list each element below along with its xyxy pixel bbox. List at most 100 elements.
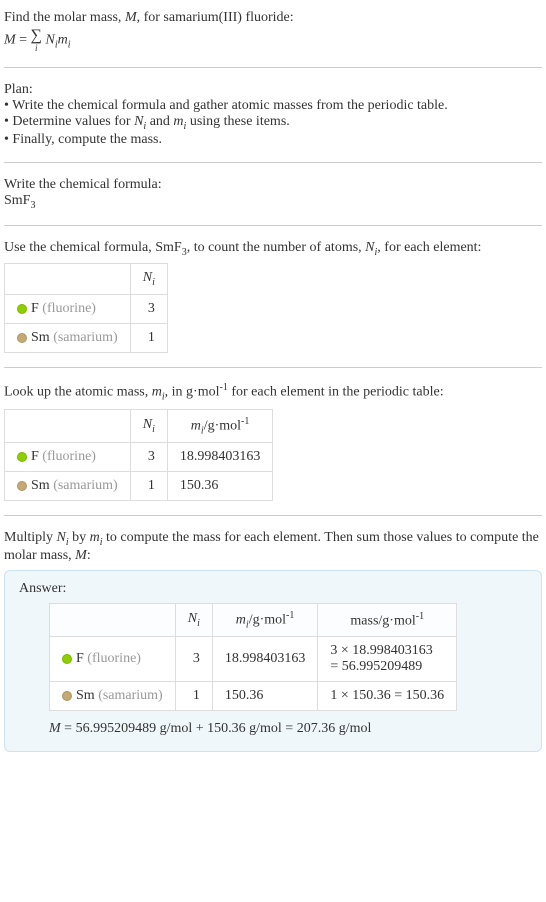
step4-text: Multiply Ni by mi to compute the mass fo… bbox=[4, 530, 542, 564]
step3-section: Look up the atomic mass, mi, in g·mol-1 … bbox=[4, 376, 542, 507]
step1-section: Write the chemical formula: SmF3 bbox=[4, 171, 542, 217]
table-row: Sm (samarium) 1 bbox=[5, 324, 168, 353]
sigma-sub: i bbox=[31, 44, 42, 53]
m-cell: 150.36 bbox=[167, 472, 273, 501]
table1: Ni F (fluorine) 3 Sm (samarium) 1 bbox=[4, 263, 168, 353]
element-dot-icon bbox=[62, 654, 72, 664]
formula-base: SmF bbox=[4, 193, 30, 208]
table-header-empty bbox=[5, 264, 131, 295]
plan-item: • Write the chemical formula and gather … bbox=[4, 98, 542, 114]
step4-mvar: M bbox=[75, 548, 87, 563]
result-var: M bbox=[49, 721, 61, 736]
element-dot-icon bbox=[17, 452, 27, 462]
element-cell: F (fluorine) bbox=[5, 443, 131, 472]
step4-prefix: Multiply bbox=[4, 530, 57, 545]
table-header-mass: mass/g·mol-1 bbox=[318, 603, 457, 636]
sigma-icon: ∑ bbox=[31, 27, 42, 44]
divider bbox=[4, 367, 542, 368]
step3-prefix: Look up the atomic mass, bbox=[4, 385, 152, 400]
element-dot-icon bbox=[62, 691, 72, 701]
sigma-container: ∑i bbox=[31, 28, 42, 53]
element-symbol: F bbox=[76, 651, 84, 666]
step3-var: m bbox=[152, 385, 162, 400]
table-row: F (fluorine) 3 18.998403163 bbox=[5, 443, 273, 472]
step3-suffix: for each element in the periodic table: bbox=[228, 385, 444, 400]
answer-table: Ni mi/g·mol-1 mass/g·mol-1 F (fluorine) … bbox=[49, 603, 457, 711]
formula-sub: 3 bbox=[30, 200, 35, 211]
n-cell: 1 bbox=[130, 324, 167, 353]
table-header-empty bbox=[50, 603, 176, 636]
n-cell: 3 bbox=[130, 443, 167, 472]
plan-heading: Plan: bbox=[4, 82, 542, 98]
element-symbol: Sm bbox=[31, 330, 50, 345]
element-dot-icon bbox=[17, 481, 27, 491]
table-header-empty bbox=[5, 409, 131, 442]
divider bbox=[4, 515, 542, 516]
plan-item: • Determine values for Ni and mi using t… bbox=[4, 114, 542, 132]
element-cell: Sm (samarium) bbox=[5, 472, 131, 501]
element-name: (samarium) bbox=[50, 330, 118, 345]
element-name: (samarium) bbox=[50, 478, 118, 493]
divider bbox=[4, 225, 542, 226]
step4-by: by bbox=[69, 530, 90, 545]
answer-result: M = 56.995209489 g/mol + 150.36 g/mol = … bbox=[49, 721, 527, 737]
title-suffix: , for samarium(III) fluoride: bbox=[137, 10, 294, 25]
step4-n: N bbox=[57, 530, 66, 545]
element-dot-icon bbox=[17, 333, 27, 343]
step4-suffix: : bbox=[87, 548, 91, 563]
n-cell: 1 bbox=[175, 682, 212, 711]
n-cell: 3 bbox=[130, 295, 167, 324]
step2-suffix: , for each element: bbox=[377, 240, 481, 255]
element-cell: F (fluorine) bbox=[5, 295, 131, 324]
result-text: = 56.995209489 g/mol + 150.36 g/mol = 20… bbox=[61, 721, 372, 736]
step3-sup: -1 bbox=[220, 382, 228, 393]
element-symbol: Sm bbox=[31, 478, 50, 493]
step3-mid: , in g·mol bbox=[165, 385, 220, 400]
table-header-n: Ni bbox=[130, 264, 167, 295]
m-cell: 18.998403163 bbox=[167, 443, 273, 472]
table-row: F (fluorine) 3 bbox=[5, 295, 168, 324]
step4-m: m bbox=[90, 530, 100, 545]
plan-item: • Finally, compute the mass. bbox=[4, 132, 542, 148]
step2-text: Use the chemical formula, SmF3, to count… bbox=[4, 240, 542, 258]
table2: Ni mi/g·mol-1 F (fluorine) 3 18.99840316… bbox=[4, 409, 273, 501]
table-header-n: Ni bbox=[175, 603, 212, 636]
element-name: (fluorine) bbox=[39, 301, 96, 316]
answer-label: Answer: bbox=[19, 581, 527, 597]
formula-m-sub: i bbox=[68, 40, 71, 51]
title-var: M bbox=[125, 10, 137, 25]
element-name: (samarium) bbox=[95, 688, 163, 703]
divider bbox=[4, 67, 542, 68]
element-cell: Sm (samarium) bbox=[50, 682, 176, 711]
formula-m: m bbox=[58, 33, 68, 48]
element-cell: F (fluorine) bbox=[50, 637, 176, 682]
title-section: Find the molar mass, M, for samarium(III… bbox=[4, 4, 542, 59]
table-header-row: Ni mi/g·mol-1 mass/g·mol-1 bbox=[50, 603, 457, 636]
table-row: Sm (samarium) 1 150.36 1 × 150.36 = 150.… bbox=[50, 682, 457, 711]
table-row: F (fluorine) 3 18.998403163 3 × 18.99840… bbox=[50, 637, 457, 682]
chemical-formula: SmF3 bbox=[4, 193, 542, 211]
element-cell: Sm (samarium) bbox=[5, 324, 131, 353]
element-symbol: Sm bbox=[76, 688, 95, 703]
answer-box: Answer: Ni mi/g·mol-1 mass/g·mol-1 F (fl… bbox=[4, 570, 542, 752]
table-header-m: mi/g·mol-1 bbox=[167, 409, 273, 442]
step2-mid: , to count the number of atoms, bbox=[187, 240, 365, 255]
formula-n: N bbox=[45, 33, 54, 48]
element-dot-icon bbox=[17, 304, 27, 314]
n-cell: 1 bbox=[130, 472, 167, 501]
table-header-row: Ni bbox=[5, 264, 168, 295]
mass-cell: 3 × 18.998403163= 56.995209489 bbox=[318, 637, 457, 682]
plan-section: Plan: • Write the chemical formula and g… bbox=[4, 76, 542, 154]
step4-section: Multiply Ni by mi to compute the mass fo… bbox=[4, 524, 542, 758]
formula-lhs: M bbox=[4, 33, 16, 48]
step3-text: Look up the atomic mass, mi, in g·mol-1 … bbox=[4, 382, 542, 402]
step2-section: Use the chemical formula, SmF 3 , to count… bbox=[4, 234, 542, 360]
mass-cell: 1 × 150.36 = 150.36 bbox=[318, 682, 457, 711]
step2-prefix: Use the chemical formula, SmF bbox=[4, 240, 182, 255]
table-row: Sm (samarium) 1 150.36 bbox=[5, 472, 273, 501]
divider bbox=[4, 162, 542, 163]
step1-heading: Write the chemical formula: bbox=[4, 177, 542, 193]
table-header-m: mi/g·mol-1 bbox=[212, 603, 318, 636]
title-prefix: Find the molar mass, bbox=[4, 10, 125, 25]
element-name: (fluorine) bbox=[84, 651, 141, 666]
